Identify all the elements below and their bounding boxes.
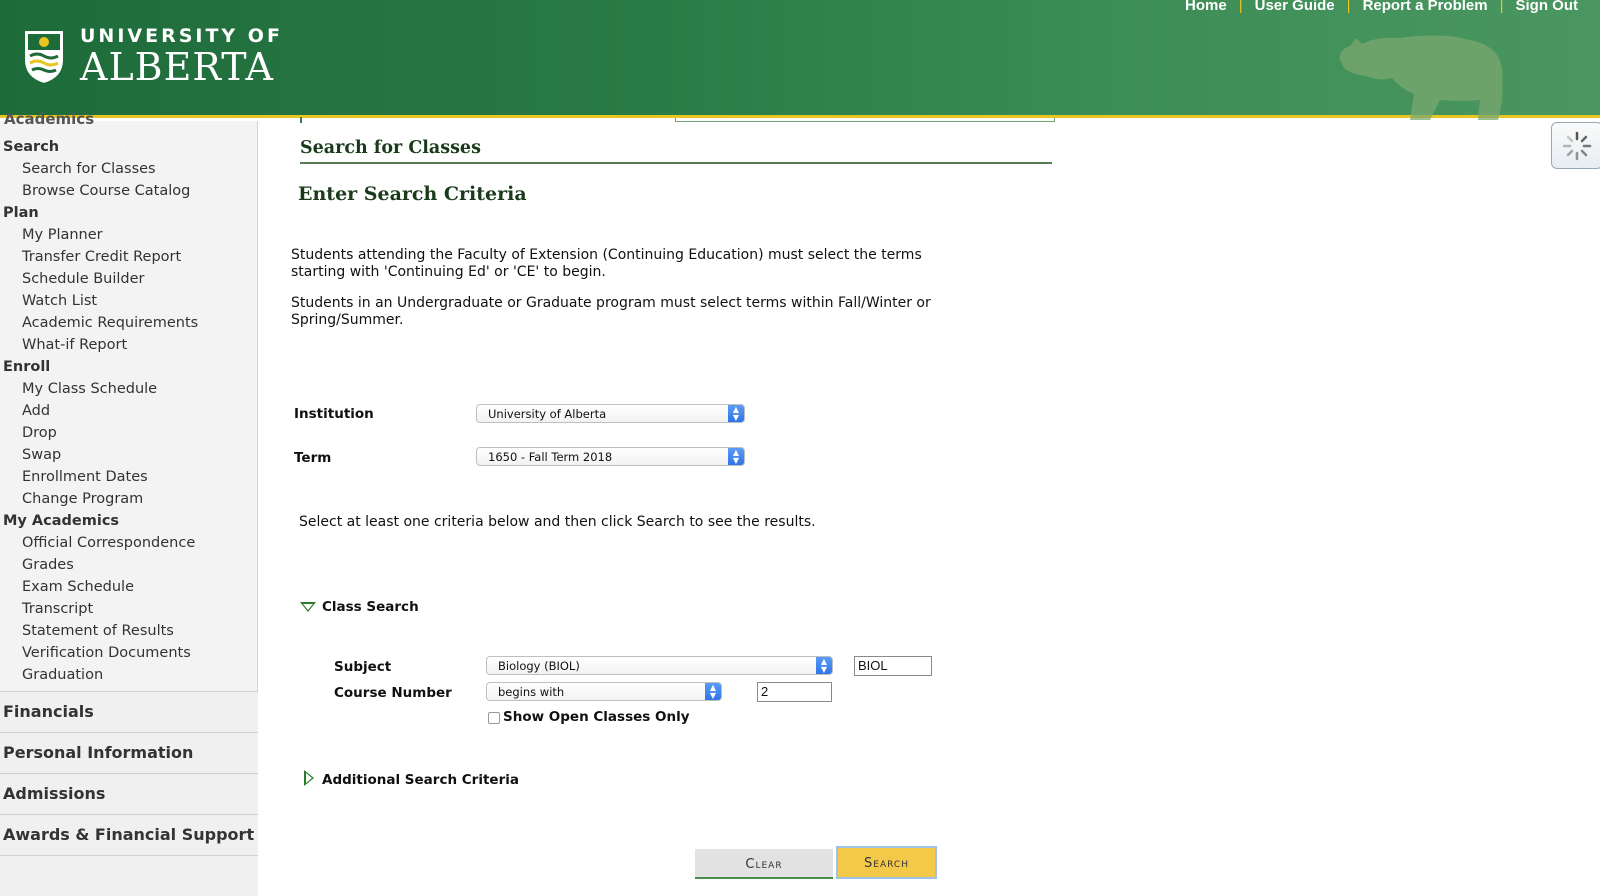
course-number-operator-value: begins with [498, 685, 565, 699]
term-label: Term [294, 450, 332, 466]
sidebar-item-statement-of-results[interactable]: Statement of Results [22, 623, 174, 639]
sidebar-item-enrollment-dates[interactable]: Enrollment Dates [22, 469, 148, 485]
sidebar-item-exam-schedule[interactable]: Exam Schedule [22, 579, 134, 595]
sidebar-item-swap[interactable]: Swap [22, 447, 61, 463]
sidebar-item-schedule-builder[interactable]: Schedule Builder [22, 271, 145, 287]
additional-criteria-toggle[interactable]: Additional Search Criteria [322, 772, 519, 788]
sidebar-section-search: Search [3, 139, 60, 155]
processing-indicator [1551, 122, 1600, 169]
sidebar-item-what-if-report[interactable]: What-if Report [22, 337, 127, 353]
university-logo[interactable]: UNIVERSITY OF ALBERTA [20, 24, 283, 88]
logo-text: UNIVERSITY OF ALBERTA [80, 24, 283, 89]
institution-label: Institution [294, 406, 374, 422]
report-problem-link[interactable]: Report a Problem [1351, 0, 1500, 14]
term-select-value: 1650 - Fall Term 2018 [488, 450, 613, 464]
open-classes-label: Show Open Classes Only [503, 709, 690, 725]
sidebar-group-awards-financial-support[interactable]: Awards & Financial Support [0, 814, 258, 855]
page-title: Search for Classes [300, 138, 1052, 164]
expand-right-icon[interactable] [304, 770, 314, 786]
sidebar-item-drop[interactable]: Drop [22, 425, 57, 441]
sidebar-item-academic-requirements[interactable]: Academic Requirements [22, 315, 198, 331]
sidebar-section-my-academics: My Academics [3, 513, 120, 529]
sidebar-item-browse-course-catalog[interactable]: Browse Course Catalog [22, 183, 190, 199]
site-header: UNIVERSITY OF ALBERTA Home | User Guide … [0, 0, 1600, 120]
sidebar-item-search-for-classes[interactable]: Search for Classes [22, 161, 156, 177]
subject-code-input[interactable]: BIOL [854, 656, 932, 676]
sidebar-item-graduation[interactable]: Graduation [22, 667, 103, 683]
logo-bottom-text: ALBERTA [80, 44, 274, 89]
section-title: Enter Search Criteria [298, 183, 527, 205]
class-search-toggle[interactable]: Class Search [322, 599, 419, 615]
sidebar-group-personal-information[interactable]: Personal Information [0, 732, 258, 773]
expand-down-icon[interactable] [300, 602, 316, 612]
open-classes-checkbox[interactable] [488, 712, 500, 724]
decorative-fragment [300, 117, 302, 123]
decorative-fragment [675, 118, 1055, 122]
search-button[interactable]: Search [836, 846, 937, 879]
extension-notice: Students attending the Faculty of Extens… [291, 247, 922, 280]
chevron-updown-icon: ▲ ▼ [728, 448, 744, 465]
subject-select[interactable]: Biology (BIOL) ▲ ▼ [486, 656, 833, 675]
sidebar-item-official-correspondence[interactable]: Official Correspondence [22, 535, 195, 551]
institution-select-value: University of Alberta [488, 407, 607, 421]
sidebar-item-change-program[interactable]: Change Program [22, 491, 143, 507]
sidebar-item-watch-list[interactable]: Watch List [22, 293, 97, 309]
sidebar-item-verification-documents[interactable]: Verification Documents [22, 645, 191, 661]
sidebar-item-transcript[interactable]: Transcript [22, 601, 93, 617]
sidebar-group-admissions[interactable]: Admissions [0, 773, 258, 814]
loading-spinner-icon [1562, 131, 1592, 161]
top-navigation: Home | User Guide | Report a Problem | S… [1173, 0, 1590, 14]
home-link[interactable]: Home [1173, 0, 1239, 14]
sign-out-link[interactable]: Sign Out [1504, 0, 1591, 14]
sidebar-item-my-planner[interactable]: My Planner [22, 227, 103, 243]
sidebar-section-enroll: Enroll [3, 359, 51, 375]
chevron-updown-icon: ▲ ▼ [816, 657, 832, 674]
sidebar-section-plan: Plan [3, 205, 39, 221]
chevron-updown-icon: ▲ ▼ [705, 683, 721, 700]
bear-icon [1339, 35, 1503, 120]
sidebar-heading-academics: Academics [4, 110, 95, 124]
subject-label: Subject [334, 659, 392, 675]
course-number-label: Course Number [334, 685, 452, 701]
sidebar-group-financials[interactable]: Financials [0, 691, 258, 732]
shield-icon [23, 29, 65, 86]
program-notice: Students in an Undergraduate or Graduate… [291, 295, 931, 328]
sidebar-nav: Academics Search Search for Classes Brow… [0, 110, 258, 896]
course-number-input[interactable]: 2 [757, 682, 832, 702]
sidebar-item-transfer-credit-report[interactable]: Transfer Credit Report [22, 249, 181, 265]
sidebar-group-next[interactable] [0, 855, 258, 896]
sidebar-item-my-class-schedule[interactable]: My Class Schedule [22, 381, 157, 397]
instruction-text: Select at least one criteria below and t… [299, 514, 816, 530]
sidebar-item-grades[interactable]: Grades [22, 557, 74, 573]
sidebar-item-add[interactable]: Add [22, 403, 50, 419]
term-select[interactable]: 1650 - Fall Term 2018 ▲ ▼ [476, 447, 745, 466]
main-content: Search for Classes Enter Search Criteria… [260, 117, 1600, 881]
clear-button[interactable]: Clear [695, 849, 833, 879]
chevron-updown-icon: ▲ ▼ [728, 405, 744, 422]
course-number-operator-select[interactable]: begins with ▲ ▼ [486, 682, 722, 701]
subject-select-value: Biology (BIOL) [498, 659, 580, 673]
user-guide-link[interactable]: User Guide [1243, 0, 1347, 14]
institution-select[interactable]: University of Alberta ▲ ▼ [476, 404, 745, 423]
logo-top-text: UNIVERSITY OF [80, 24, 283, 47]
